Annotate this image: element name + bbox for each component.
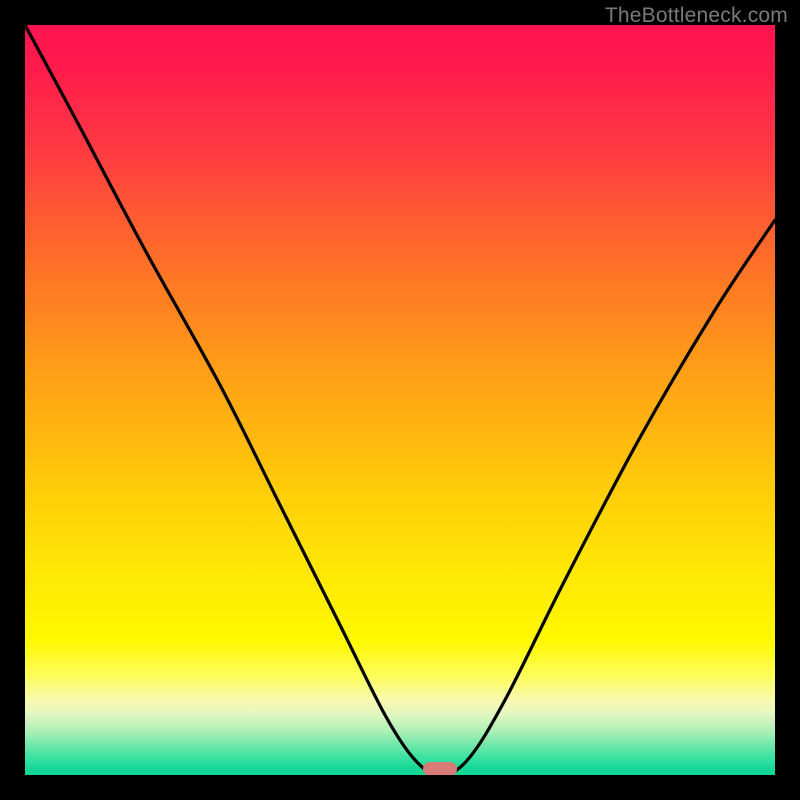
chart-frame: TheBottleneck.com — [0, 0, 800, 800]
plot-area — [25, 25, 775, 775]
attribution-text: TheBottleneck.com — [605, 4, 788, 28]
optimal-point-marker — [423, 762, 457, 775]
bottleneck-curve — [25, 25, 775, 775]
